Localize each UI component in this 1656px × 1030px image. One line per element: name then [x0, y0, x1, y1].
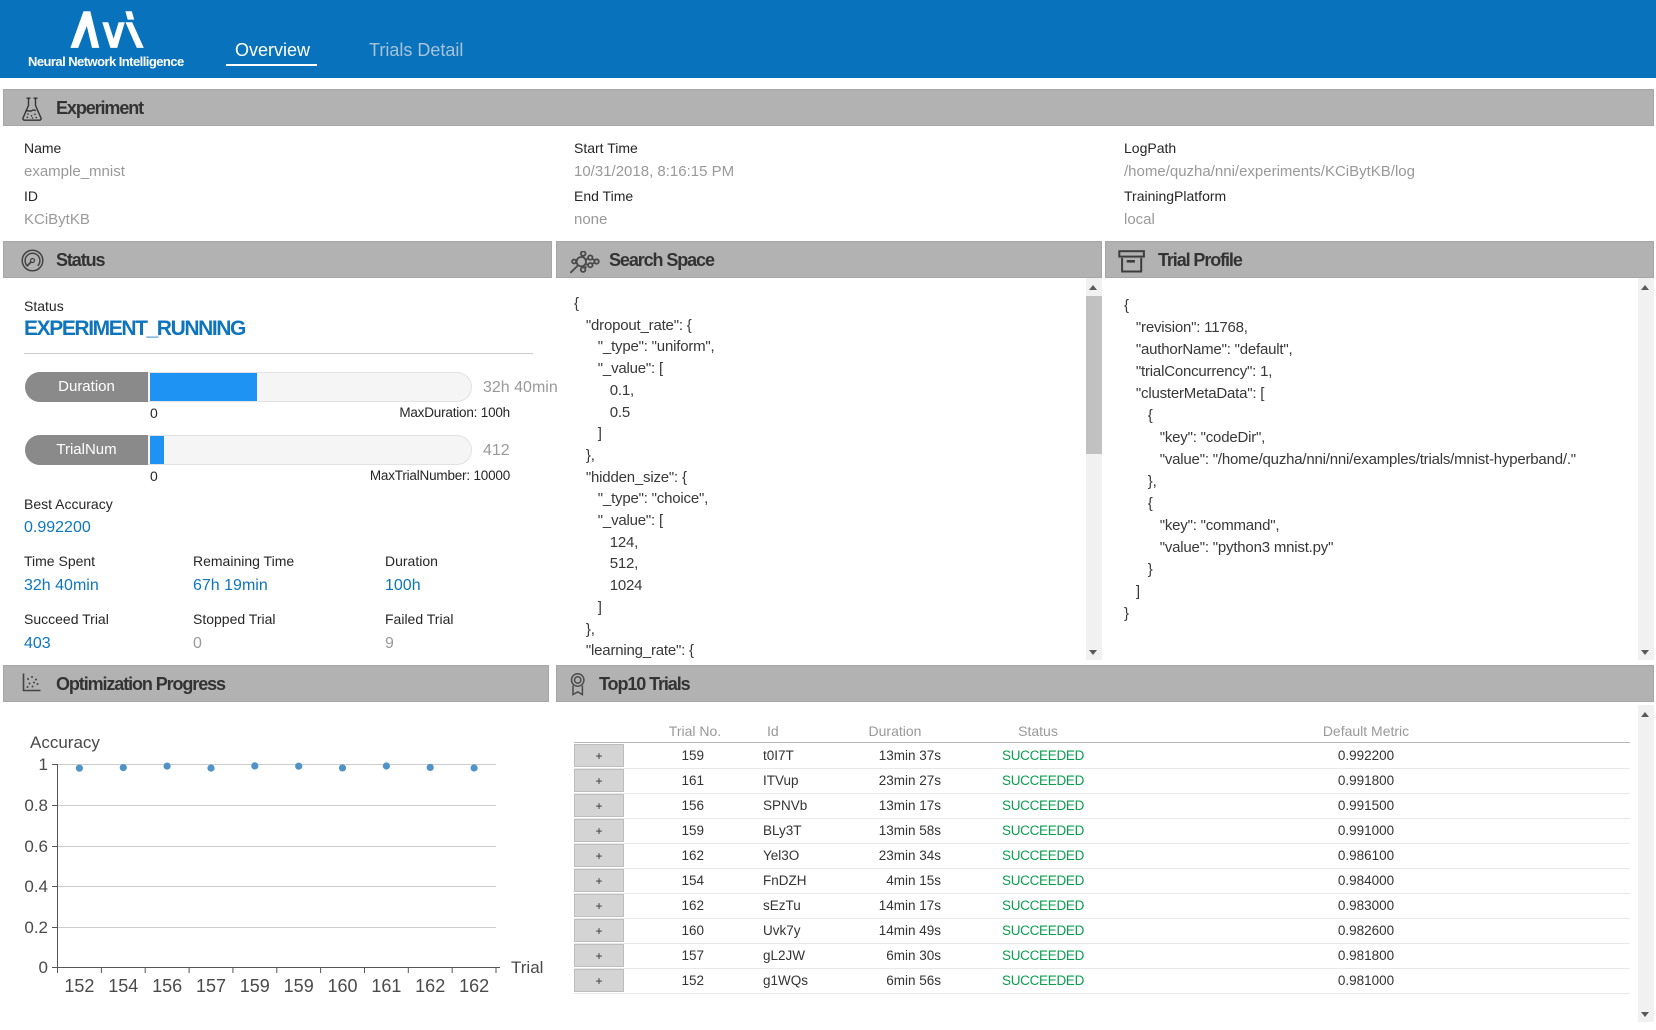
svg-text:162: 162 — [459, 976, 489, 996]
svg-text:1: 1 — [39, 755, 48, 774]
svg-text:Accuracy: Accuracy — [30, 733, 100, 752]
svg-text:159: 159 — [284, 976, 314, 996]
svg-text:154: 154 — [108, 976, 138, 996]
svg-text:161: 161 — [371, 976, 401, 996]
svg-text:0: 0 — [39, 958, 48, 977]
svg-text:0.4: 0.4 — [24, 877, 48, 896]
svg-text:160: 160 — [327, 976, 357, 996]
svg-text:Trial: Trial — [511, 958, 543, 977]
svg-text:0.2: 0.2 — [24, 918, 48, 937]
svg-text:159: 159 — [240, 976, 270, 996]
svg-text:0.8: 0.8 — [24, 796, 48, 815]
svg-text:162: 162 — [415, 976, 445, 996]
svg-text:156: 156 — [152, 976, 182, 996]
svg-text:152: 152 — [64, 976, 94, 996]
svg-text:157: 157 — [196, 976, 226, 996]
svg-text:0.6: 0.6 — [24, 837, 48, 856]
